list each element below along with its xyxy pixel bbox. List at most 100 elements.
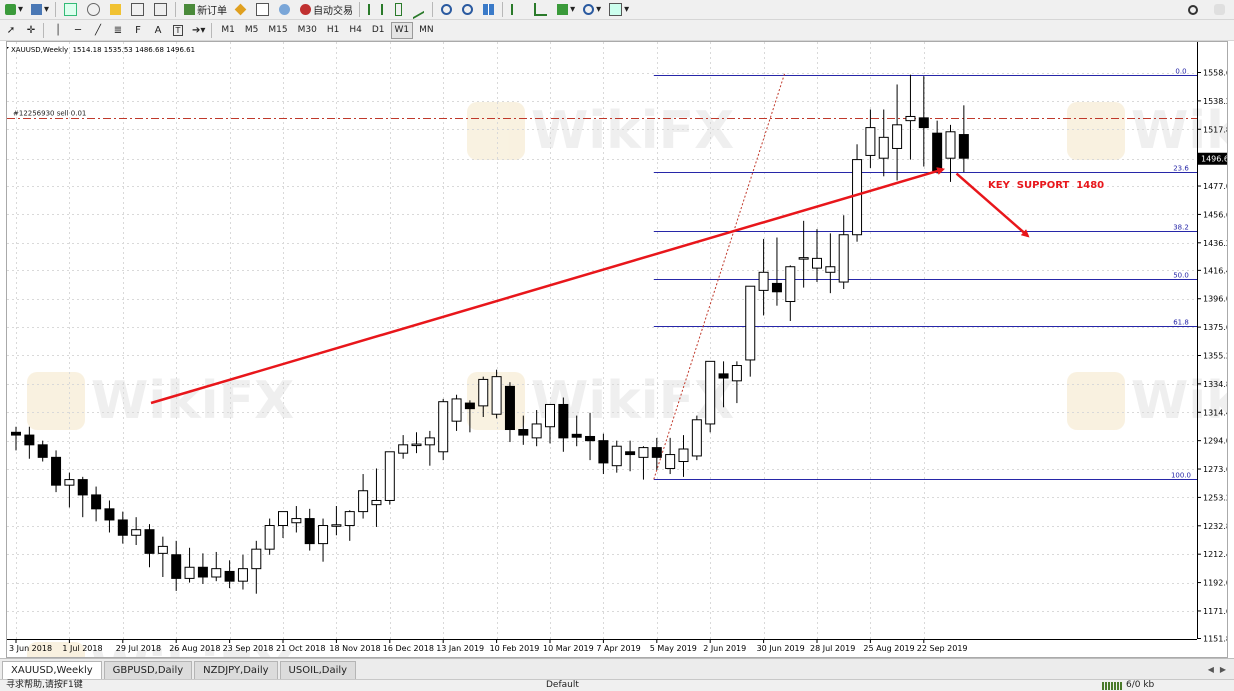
candle[interactable] — [64, 472, 75, 508]
candle[interactable] — [264, 518, 275, 555]
candle[interactable] — [545, 403, 555, 444]
data-window-button[interactable] — [84, 1, 105, 18]
candle[interactable] — [331, 506, 342, 536]
support-trend-arrow[interactable] — [150, 167, 946, 405]
autoscroll-button[interactable] — [531, 1, 552, 18]
candle[interactable] — [504, 382, 515, 443]
crosshair-button[interactable]: ✛ — [22, 22, 40, 39]
meta-editor-button[interactable] — [232, 1, 251, 18]
chart-window[interactable]: WikiFXWikiFXWikiFXWikiFXWikiFXWikiFX1558… — [6, 41, 1228, 658]
timeframe-w1-button[interactable]: W1 — [390, 21, 414, 39]
candle[interactable] — [211, 551, 222, 582]
candle[interactable] — [678, 435, 689, 477]
candle[interactable] — [451, 394, 462, 431]
candle[interactable] — [785, 265, 796, 321]
market-watch-button[interactable] — [61, 1, 82, 18]
candle[interactable] — [11, 426, 21, 451]
periods-button[interactable]: ▾ — [580, 1, 604, 18]
candle[interactable] — [945, 124, 956, 182]
candle[interactable] — [237, 554, 248, 590]
candle[interactable] — [438, 398, 449, 461]
candle[interactable] — [825, 233, 836, 294]
horizontal-line-button[interactable]: ─ — [69, 22, 87, 39]
indicators-button[interactable]: ▾ — [554, 1, 578, 18]
timeframe-m15-button[interactable]: M15 — [264, 22, 291, 39]
timeframe-d1-button[interactable]: D1 — [368, 22, 389, 39]
signals-button[interactable] — [276, 1, 295, 18]
candle[interactable] — [651, 437, 662, 470]
chart-tab[interactable]: NZDJPY,Daily — [194, 661, 278, 679]
zoom-out-button[interactable] — [459, 1, 478, 18]
candle[interactable] — [638, 446, 649, 480]
candle[interactable] — [318, 518, 329, 562]
candle[interactable] — [398, 435, 409, 459]
vertical-line-button[interactable]: │ — [49, 22, 67, 39]
profiles-button[interactable]: ▾ — [28, 1, 52, 18]
candle[interactable] — [558, 397, 569, 452]
candle[interactable] — [812, 229, 822, 283]
candle[interactable] — [905, 74, 916, 160]
candle[interactable] — [104, 500, 115, 533]
candle[interactable] — [665, 437, 676, 475]
fibonacci-button[interactable]: F — [129, 22, 147, 39]
candle[interactable] — [625, 440, 636, 472]
candle[interactable] — [745, 285, 756, 377]
zoom-in-button[interactable] — [438, 1, 457, 18]
candle[interactable] — [144, 524, 155, 568]
tab-scroll-left-icon[interactable]: ◀ — [1208, 665, 1214, 674]
timeframe-m30-button[interactable]: M30 — [294, 22, 321, 39]
candle[interactable] — [251, 540, 262, 594]
options-button[interactable] — [253, 1, 274, 18]
candle[interactable] — [291, 506, 302, 533]
candle[interactable] — [838, 215, 849, 289]
timeframe-m1-button[interactable]: M1 — [217, 22, 239, 39]
candle[interactable] — [358, 474, 369, 519]
candle[interactable] — [611, 440, 622, 473]
chat-button[interactable] — [1211, 1, 1230, 18]
chart-tab[interactable]: GBPUSD,Daily — [103, 661, 193, 679]
candle[interactable] — [197, 553, 208, 584]
candle[interactable] — [304, 508, 315, 551]
candle[interactable] — [932, 120, 943, 174]
bar-chart-button[interactable] — [365, 1, 388, 18]
candle[interactable] — [278, 511, 288, 539]
trendline-button[interactable]: ╱ — [89, 22, 107, 39]
candlestick-button[interactable] — [390, 1, 408, 18]
tab-scroll-right-icon[interactable]: ▶ — [1220, 665, 1226, 674]
timeframe-h1-button[interactable]: H1 — [323, 22, 344, 39]
strategy-tester-button[interactable] — [151, 1, 172, 18]
candle[interactable] — [424, 430, 435, 466]
text-tool-button[interactable]: A — [149, 22, 167, 39]
candle[interactable] — [771, 237, 782, 306]
candle[interactable] — [344, 510, 355, 541]
channel-button[interactable]: ≣ — [109, 22, 127, 39]
chart-tab[interactable]: USOIL,Daily — [279, 661, 357, 679]
templates-button[interactable]: ▾ — [606, 1, 632, 18]
candle[interactable] — [157, 536, 168, 578]
timeframe-mn-button[interactable]: MN — [415, 22, 438, 39]
timeframe-m5-button[interactable]: M5 — [241, 22, 263, 39]
candle[interactable] — [691, 415, 702, 461]
candle[interactable] — [878, 109, 889, 177]
candle[interactable] — [491, 369, 502, 419]
candle[interactable] — [91, 486, 102, 522]
candle[interactable] — [918, 76, 929, 167]
arrows-button[interactable]: ➔ ▾ — [189, 22, 208, 39]
timeframe-h4-button[interactable]: H4 — [345, 22, 366, 39]
candle[interactable] — [117, 511, 128, 544]
candle[interactable] — [705, 360, 716, 433]
text-label-button[interactable]: T — [169, 22, 187, 39]
candle[interactable] — [184, 547, 195, 583]
candle[interactable] — [131, 517, 142, 546]
candle[interactable] — [798, 220, 809, 288]
new-chart-button[interactable]: ▾ — [2, 1, 26, 18]
chart-shift-button[interactable] — [508, 1, 529, 18]
candle[interactable] — [892, 84, 903, 181]
candle[interactable] — [758, 238, 769, 316]
candle[interactable] — [24, 426, 35, 459]
cursor-button[interactable]: ➚ — [2, 22, 20, 39]
candle[interactable] — [77, 476, 88, 518]
chart-canvas[interactable]: WikiFXWikiFXWikiFXWikiFXWikiFXWikiFX1558… — [7, 42, 1227, 657]
candle[interactable] — [958, 105, 969, 173]
candle[interactable] — [51, 450, 62, 493]
